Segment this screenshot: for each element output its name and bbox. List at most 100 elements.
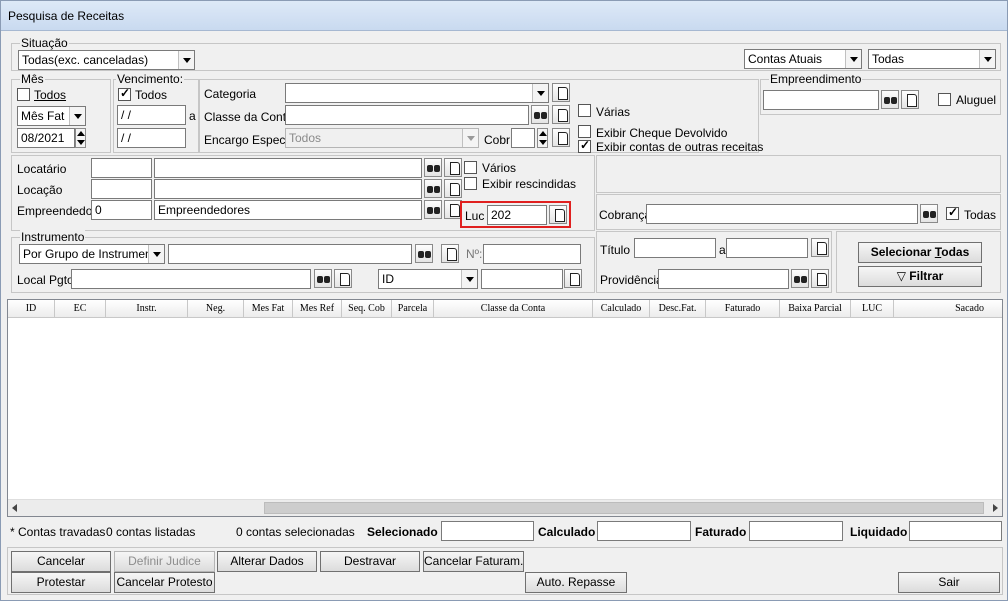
cobranca-todas-checkbox[interactable]	[946, 205, 959, 220]
col-mes-ref[interactable]: Mes Ref	[293, 300, 342, 317]
numero-input[interactable]	[483, 244, 581, 264]
col-classe-conta[interactable]: Classe da Conta	[434, 300, 593, 317]
varios-checkbox[interactable]	[464, 161, 477, 174]
select-all-button[interactable]: Selecionar Todas	[858, 242, 982, 263]
local-pgto-new-button[interactable]	[334, 269, 352, 288]
col-seq-cob[interactable]: Seq. Cob	[342, 300, 392, 317]
scroll-right-icon[interactable]	[993, 504, 998, 512]
col-id[interactable]: ID	[8, 300, 55, 317]
table-header: ID EC Instr. Neg. Mes Fat Mes Ref Seq. C…	[8, 300, 1002, 318]
instrumento-input[interactable]	[168, 244, 412, 264]
categoria-select[interactable]	[285, 83, 549, 103]
luc-new-button[interactable]	[549, 205, 567, 224]
categoria-new-button[interactable]	[552, 83, 570, 102]
vencimento-todos-checkbox[interactable]	[118, 86, 131, 101]
vencimento-from-input[interactable]: / /	[117, 105, 186, 125]
cobr-new-button[interactable]	[552, 128, 570, 147]
local-pgto-search-button[interactable]	[314, 269, 332, 288]
titulo-new-button[interactable]	[811, 238, 829, 257]
outras-checkbox[interactable]	[578, 138, 591, 153]
locacao-name-input[interactable]	[154, 179, 422, 199]
locatario-new-button[interactable]	[444, 158, 462, 177]
col-neg[interactable]: Neg.	[188, 300, 244, 317]
col-ec[interactable]: EC	[55, 300, 106, 317]
empreendimento-input[interactable]	[763, 90, 879, 110]
rescindidas-checkbox[interactable]	[464, 177, 477, 190]
month-spinner[interactable]	[75, 128, 86, 148]
destravar-button[interactable]: Destravar	[320, 551, 420, 572]
window: Pesquisa de Receitas Situação Todas(exc.…	[0, 0, 1008, 601]
col-mes-fat[interactable]: Mes Fat	[244, 300, 293, 317]
col-parcela[interactable]: Parcela	[392, 300, 434, 317]
liquidado-label: Liquidado	[850, 525, 908, 539]
instrumento-new-button[interactable]	[441, 244, 459, 263]
col-calculado[interactable]: Calculado	[593, 300, 650, 317]
order-new-button[interactable]	[564, 269, 582, 288]
cancelar-protesto-button[interactable]: Cancelar Protesto	[114, 572, 215, 593]
classe-input[interactable]	[285, 105, 529, 125]
instrumento-search-button[interactable]	[415, 244, 433, 263]
aluguel-checkbox[interactable]	[938, 93, 951, 106]
providencia-search-button[interactable]	[791, 269, 809, 288]
filter-all-select[interactable]: Todas	[868, 49, 996, 69]
cheque-label: Exibir Cheque Devolvido	[596, 126, 728, 140]
order-input[interactable]	[481, 269, 563, 289]
results-table[interactable]: ID EC Instr. Neg. Mes Fat Mes Ref Seq. C…	[7, 299, 1003, 517]
locacao-code-input[interactable]	[91, 179, 152, 199]
cobranca-label: Cobrança	[599, 208, 652, 222]
locatario-search-button[interactable]	[424, 158, 442, 177]
horizontal-scrollbar[interactable]	[8, 499, 1002, 516]
mes-todos-checkbox[interactable]	[17, 88, 30, 101]
scroll-thumb[interactable]	[264, 502, 984, 514]
empreendimento-legend: Empreendimento	[769, 72, 863, 86]
mes-type-select[interactable]: Mês Fat	[17, 106, 86, 126]
alterar-dados-button[interactable]: Alterar Dados	[217, 551, 317, 572]
accounts-select[interactable]: Contas Atuais	[744, 49, 862, 69]
protestar-button[interactable]: Protestar	[11, 572, 111, 593]
empreendedor-name-input[interactable]: Empreendedores	[154, 200, 422, 220]
col-baixa-parcial[interactable]: Baixa Parcial	[780, 300, 851, 317]
titulo-to-input[interactable]	[726, 238, 808, 258]
locacao-new-button[interactable]	[444, 179, 462, 198]
filter-button[interactable]: ▽ Filtrar	[858, 266, 982, 287]
scroll-left-icon[interactable]	[12, 504, 17, 512]
empreendimento-search-button[interactable]	[881, 90, 899, 109]
locatario-name-input[interactable]	[154, 158, 422, 178]
chevron-down-icon	[178, 51, 194, 69]
cobranca-search-button[interactable]	[920, 204, 938, 223]
col-instr[interactable]: Instr.	[106, 300, 188, 317]
providencia-new-button[interactable]	[811, 269, 829, 288]
status-select[interactable]: Todas(exc. canceladas)	[18, 50, 195, 70]
instrumento-group-select[interactable]: Por Grupo de Instrumento	[19, 244, 165, 264]
month-input[interactable]: 08/2021	[17, 128, 75, 148]
varias-checkbox[interactable]	[578, 104, 591, 117]
empreendedor-code-input[interactable]: 0	[91, 200, 152, 220]
cobr-input[interactable]	[511, 128, 535, 148]
auto-repasse-button[interactable]: Auto. Repasse	[525, 572, 627, 593]
locacao-search-button[interactable]	[424, 179, 442, 198]
empreendedor-search-button[interactable]	[424, 200, 442, 219]
cobranca-input[interactable]	[646, 204, 918, 224]
titulo-from-input[interactable]	[634, 238, 716, 258]
chevron-down-icon	[845, 50, 861, 68]
order-select[interactable]: ID	[378, 269, 478, 289]
cancelar-faturam-button[interactable]: Cancelar Faturam.	[423, 551, 524, 572]
vencimento-to-input[interactable]: / /	[117, 128, 186, 148]
providencia-input[interactable]	[658, 269, 789, 289]
encargo-select[interactable]: Todos	[285, 128, 479, 148]
classe-new-button[interactable]	[552, 105, 570, 124]
cobr-spinner[interactable]	[537, 128, 548, 148]
definir-judice-button[interactable]: Definir Judice	[114, 551, 215, 572]
sair-button[interactable]: Sair	[898, 572, 1000, 593]
locatario-code-input[interactable]	[91, 158, 152, 178]
col-faturado[interactable]: Faturado	[706, 300, 780, 317]
col-sacado[interactable]: Sacado	[894, 300, 1002, 317]
empreendimento-new-button[interactable]	[901, 90, 919, 109]
col-desc-fat[interactable]: Desc.Fat.	[650, 300, 706, 317]
luc-input[interactable]: 202	[487, 205, 547, 225]
classe-search-button[interactable]	[531, 105, 549, 124]
cheque-checkbox[interactable]	[578, 125, 591, 138]
local-pgto-input[interactable]	[71, 269, 311, 289]
cancelar-button[interactable]: Cancelar	[11, 551, 111, 572]
col-luc[interactable]: LUC	[851, 300, 894, 317]
